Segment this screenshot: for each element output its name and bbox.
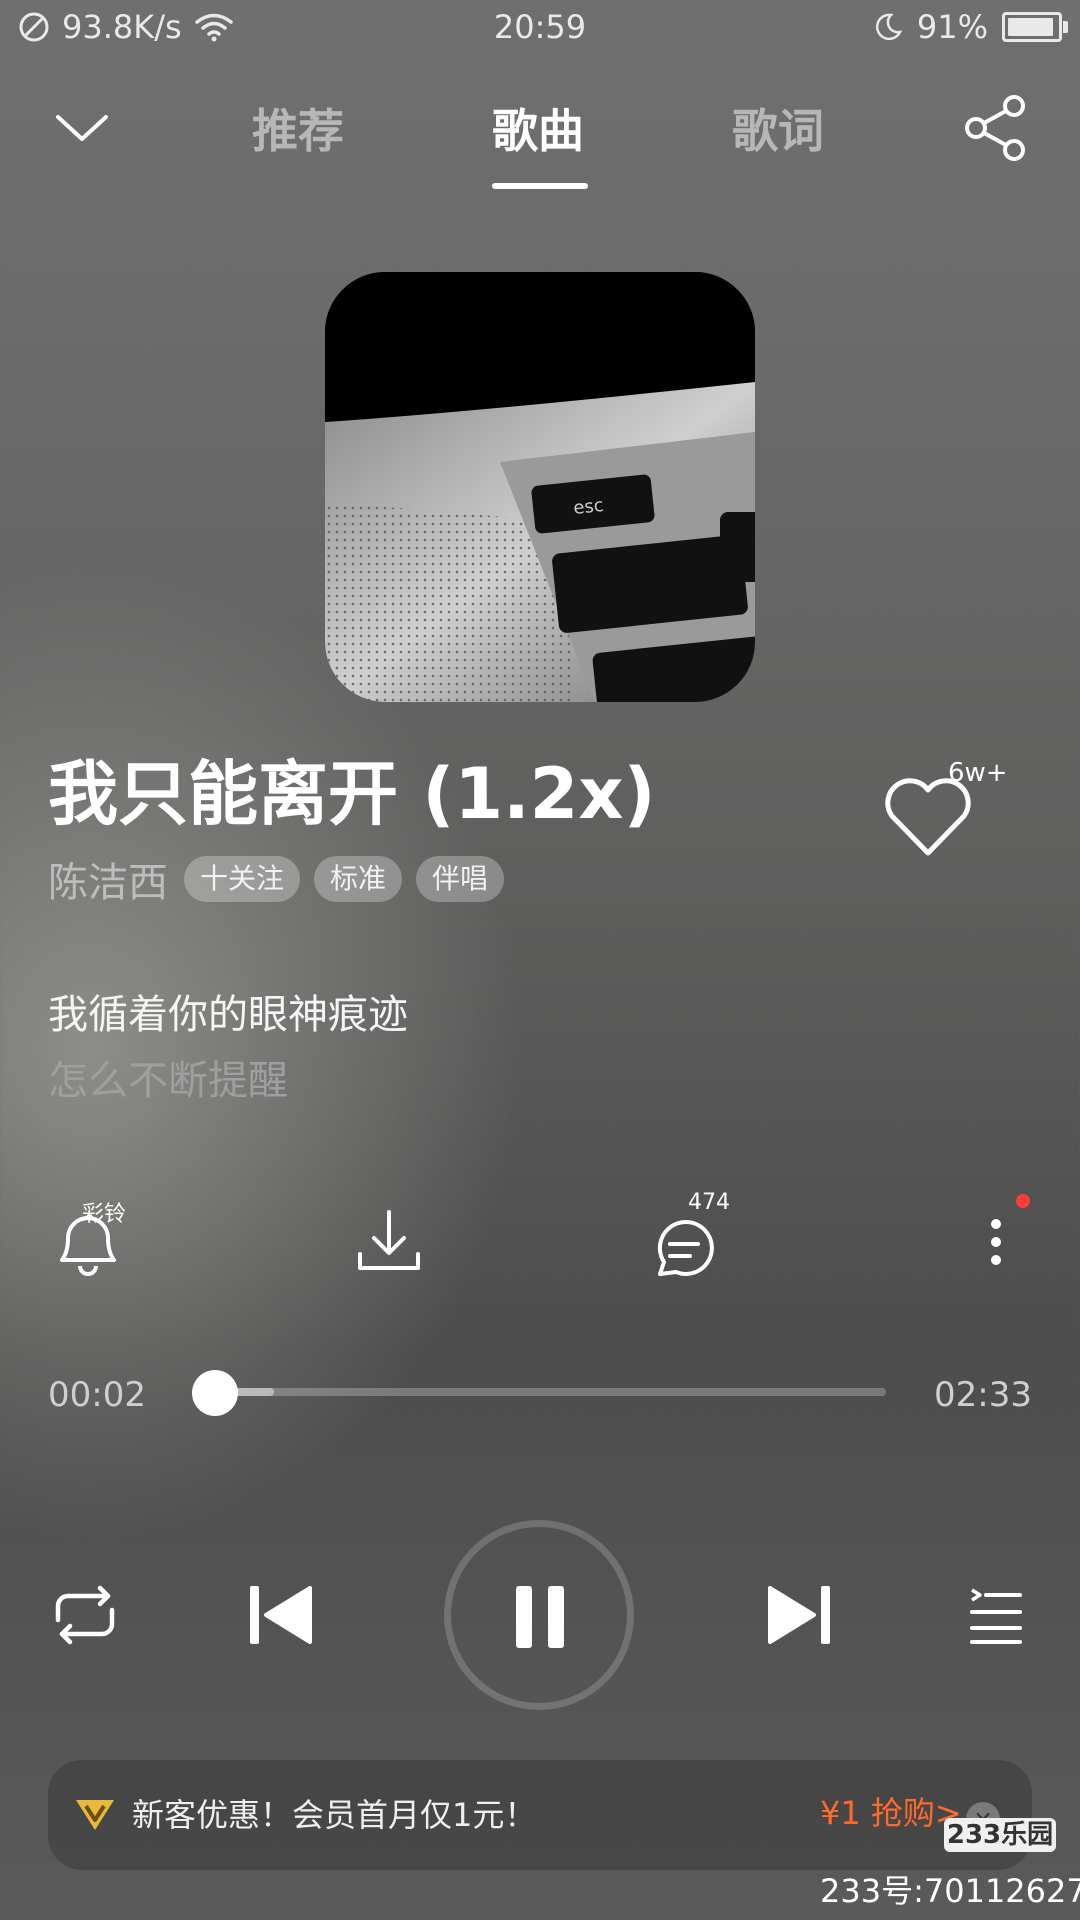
lyric-next[interactable]: 怎么不断提醒	[48, 1048, 288, 1106]
cover-image: esc	[325, 272, 755, 702]
tab-song[interactable]: 歌曲	[492, 95, 584, 161]
battery-icon	[1002, 12, 1068, 42]
playlist-icon[interactable]	[966, 1586, 1026, 1646]
comment-icon	[657, 1219, 714, 1276]
comment-count: 474	[688, 1190, 730, 1215]
lyric-current[interactable]: 我循着你的眼神痕迹	[48, 982, 408, 1040]
more-icon	[991, 1219, 1001, 1265]
status-bar: 93.8K/s 20:59 91%	[0, 0, 1080, 56]
next-icon[interactable]	[764, 1580, 834, 1650]
vip-promo-banner[interactable]: 新客优惠！会员首月仅1元！ ¥1 抢购> ×	[48, 1760, 1032, 1870]
ringtone-label: 彩铃	[82, 1202, 127, 1227]
total-time: 02:33	[934, 1375, 1032, 1415]
progress-thumb[interactable]	[191, 1370, 238, 1416]
album-cover[interactable]: esc	[325, 272, 755, 702]
tab-recommend[interactable]: 推荐	[252, 95, 344, 161]
battery-percent: 91%	[916, 8, 988, 46]
promo-text: 新客优惠！会员首月仅1元！	[132, 1796, 537, 1834]
song-title: 我只能离开 (1.2x)	[48, 753, 656, 835]
comment-button[interactable]: 474	[640, 1190, 750, 1300]
download-icon	[358, 1210, 420, 1270]
quality-chip[interactable]: 标准	[314, 856, 403, 902]
active-tab-indicator	[492, 183, 588, 189]
progress-track[interactable]	[206, 1388, 886, 1396]
notification-dot	[1016, 1194, 1030, 1208]
download-button[interactable]	[334, 1190, 444, 1300]
follow-button[interactable]: 十关注	[184, 856, 301, 902]
tab-lyrics[interactable]: 歌词	[732, 95, 824, 161]
moon-icon	[875, 13, 903, 41]
artist-row: 陈洁西 十关注 标准 伴唱	[48, 850, 505, 908]
more-button[interactable]	[944, 1190, 1054, 1300]
chevron-down-icon[interactable]	[52, 107, 112, 147]
watermark-id: 233号:70112627	[820, 1872, 1080, 1910]
like-button[interactable]: 6w+	[880, 758, 1020, 860]
watermark-logo: 233乐园	[944, 1818, 1056, 1852]
accompany-chip[interactable]: 伴唱	[416, 856, 505, 902]
like-count: 6w+	[948, 758, 1008, 788]
share-icon[interactable]	[962, 93, 1032, 163]
promo-buy-link[interactable]: ¥1 抢购>	[820, 1788, 962, 1834]
pause-icon	[516, 1586, 564, 1648]
previous-icon[interactable]	[246, 1580, 316, 1650]
repeat-icon[interactable]	[50, 1582, 120, 1648]
ringtone-button[interactable]: 彩铃	[40, 1190, 150, 1300]
elapsed-time: 00:02	[48, 1375, 146, 1415]
artist-name[interactable]: 陈洁西	[48, 850, 168, 908]
vip-diamond-icon	[76, 1800, 114, 1830]
svg-text:esc: esc	[572, 495, 604, 519]
